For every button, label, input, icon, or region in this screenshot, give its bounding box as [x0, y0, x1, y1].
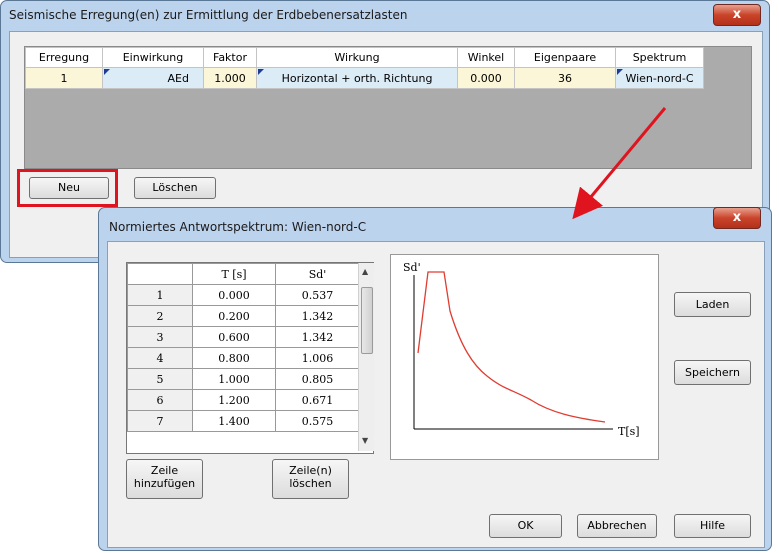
cell-t[interactable]: 0.600	[192, 326, 276, 348]
cell-sd[interactable]: 0.575	[275, 410, 360, 432]
cell-sd[interactable]: 0.671	[275, 389, 360, 411]
cell-faktor[interactable]: 1.000	[203, 67, 257, 89]
row-number[interactable]: 4	[127, 347, 193, 369]
ok-button[interactable]: OK	[489, 514, 562, 538]
cell-sd[interactable]: 1.342	[275, 326, 360, 348]
table-row[interactable]: 7 1.400 0.575	[127, 410, 360, 432]
column-header-einwirkung[interactable]: Einwirkung	[102, 47, 204, 68]
column-header-eigenpaare[interactable]: Eigenpaare	[514, 47, 616, 68]
row-number[interactable]: 6	[127, 389, 193, 411]
scroll-down-icon[interactable]: ▼	[362, 436, 368, 445]
cell-t[interactable]: 0.800	[192, 347, 276, 369]
column-header-winkel[interactable]: Winkel	[457, 47, 515, 68]
dialog-client: T [s] Sd' 1 0.000 0.537 2 0.200 1.342 3 0.600…	[107, 241, 765, 548]
column-header-spektrum[interactable]: Spektrum	[615, 47, 704, 68]
excitation-grid: Erregung Einwirkung Faktor Wirkung Winke…	[24, 46, 752, 169]
save-button[interactable]: Speichern	[674, 360, 751, 385]
x-axis-label: T[s]	[618, 425, 640, 438]
scroll-up-icon[interactable]: ▲	[362, 267, 368, 276]
cell-sd[interactable]: 0.805	[275, 368, 360, 390]
dropdown-marker-icon	[258, 69, 264, 75]
spectrum-curve	[417, 271, 606, 423]
spectrum-table-header: T [s] Sd'	[127, 263, 360, 285]
column-header-sd: Sd'	[275, 263, 360, 285]
cell-wirkung[interactable]: Horizontal + orth. Richtung	[256, 67, 458, 89]
cell-erregung[interactable]: 1	[25, 67, 103, 89]
vertical-scrollbar[interactable]: ▲ ▼	[358, 263, 374, 451]
dropdown-marker-icon	[617, 69, 623, 75]
highlight-box	[17, 169, 118, 207]
window-title: Seismische Erregung(en) zur Ermittlung d…	[9, 8, 408, 22]
column-header-erregung[interactable]: Erregung	[25, 47, 103, 68]
column-header-wirkung[interactable]: Wirkung	[256, 47, 458, 68]
table-row[interactable]: 5 1.000 0.805	[127, 368, 360, 390]
row-number[interactable]: 3	[127, 326, 193, 348]
table-row[interactable]: 2 0.200 1.342	[127, 305, 360, 327]
cell-t[interactable]: 1.200	[192, 389, 276, 411]
cell-sd[interactable]: 0.537	[275, 284, 360, 306]
table-row[interactable]: 6 1.200 0.671	[127, 389, 360, 411]
delete-button[interactable]: Löschen	[134, 177, 216, 199]
load-button[interactable]: Laden	[674, 292, 751, 317]
table-row[interactable]: 4 0.800 1.006	[127, 347, 360, 369]
dialog-close-button[interactable]: x	[713, 207, 761, 229]
table-row[interactable]: 1 AEd 1.000 Horizontal + orth. Richtung …	[25, 67, 704, 89]
dialog-title: Normiertes Antwortspektrum: Wien-nord-C	[109, 220, 367, 234]
grid-header-row: Erregung Einwirkung Faktor Wirkung Winke…	[25, 47, 704, 68]
cell-sd[interactable]: 1.006	[275, 347, 360, 369]
spectrum-chart: Sd' T[s]	[390, 254, 659, 460]
add-row-button[interactable]: Zeile hinzufügen	[126, 459, 203, 499]
spectrum-table: T [s] Sd' 1 0.000 0.537 2 0.200 1.342 3 0.600…	[126, 262, 374, 454]
cell-eigenpaare[interactable]: 36	[514, 67, 616, 89]
help-button[interactable]: Hilfe	[674, 514, 751, 538]
row-number[interactable]: 7	[127, 410, 193, 432]
column-header-faktor[interactable]: Faktor	[203, 47, 257, 68]
cell-einwirkung[interactable]: AEd	[102, 67, 204, 89]
table-row[interactable]: 3 0.600 1.342	[127, 326, 360, 348]
cancel-button[interactable]: Abbrechen	[577, 514, 657, 538]
row-number[interactable]: 1	[127, 284, 193, 306]
cell-t[interactable]: 0.000	[192, 284, 276, 306]
delete-rows-button[interactable]: Zeile(n) löschen	[272, 459, 349, 499]
table-row[interactable]: 1 0.000 0.537	[127, 284, 360, 306]
response-spectrum-dialog: Normiertes Antwortspektrum: Wien-nord-C …	[98, 207, 772, 551]
cell-t[interactable]: 1.000	[192, 368, 276, 390]
cell-t[interactable]: 0.200	[192, 305, 276, 327]
scrollbar-thumb[interactable]	[361, 287, 373, 354]
column-header-t: T [s]	[192, 263, 276, 285]
cell-t[interactable]: 1.400	[192, 410, 276, 432]
row-number[interactable]: 5	[127, 368, 193, 390]
close-button[interactable]: x	[713, 4, 761, 26]
cell-winkel[interactable]: 0.000	[457, 67, 515, 89]
spectrum-chart-svg: Sd' T[s]	[403, 261, 640, 438]
row-number[interactable]: 2	[127, 305, 193, 327]
dropdown-marker-icon	[104, 69, 110, 75]
y-axis-label: Sd'	[403, 261, 421, 274]
cell-spektrum[interactable]: Wien-nord-C	[615, 67, 704, 89]
cell-sd[interactable]: 1.342	[275, 305, 360, 327]
corner-header	[127, 263, 193, 285]
